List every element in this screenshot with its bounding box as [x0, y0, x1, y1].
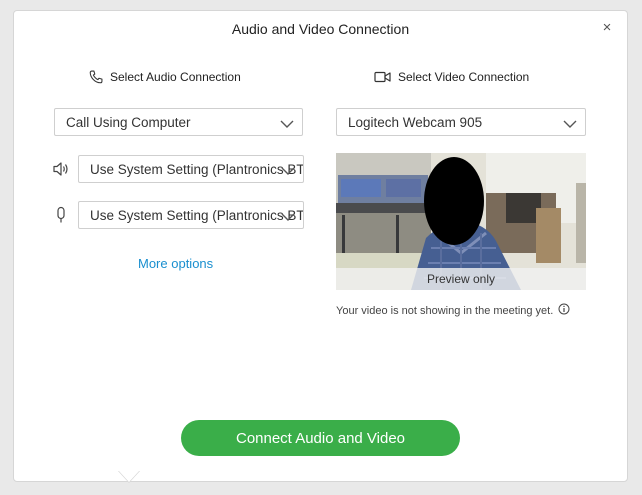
close-icon: × [602, 18, 612, 36]
info-icon[interactable] [558, 303, 570, 318]
microphone-select[interactable]: Use System Setting (Plantronics BT600) [78, 201, 304, 229]
speaker-icon [52, 161, 70, 182]
chevron-down-icon [281, 164, 295, 179]
video-preview: Preview only [336, 153, 586, 290]
camera-select[interactable]: Logitech Webcam 905 [336, 108, 586, 136]
chevron-down-icon [281, 210, 295, 225]
microphone-icon [52, 206, 70, 229]
phone-icon [89, 70, 103, 84]
chevron-down-icon [563, 117, 577, 132]
audio-connection-select[interactable]: Call Using Computer [54, 108, 303, 136]
more-options-link[interactable]: More options [138, 256, 213, 271]
chevron-down-icon [280, 117, 294, 132]
audio-section-header: Select Audio Connection [89, 70, 241, 84]
close-button[interactable]: × [597, 17, 617, 37]
audio-video-dialog: Audio and Video Connection × Select Audi… [13, 10, 628, 482]
speaker-select[interactable]: Use System Setting (Plantronics BT600) [78, 155, 304, 183]
audio-connection-value: Call Using Computer [66, 114, 191, 130]
dialog-title: Audio and Video Connection [231, 21, 410, 37]
camera-value: Logitech Webcam 905 [348, 114, 483, 130]
video-status-note: Your video is not showing in the meeting… [336, 303, 570, 318]
connect-audio-video-button[interactable]: Connect Audio and Video [181, 420, 460, 456]
speaker-value: Use System Setting (Plantronics BT600) [90, 161, 303, 177]
dialog-pointer [118, 470, 140, 482]
video-status-text: Your video is not showing in the meeting… [336, 304, 554, 317]
preview-only-label: Preview only [336, 268, 586, 290]
audio-section-title: Select Audio Connection [110, 70, 241, 84]
microphone-value: Use System Setting (Plantronics BT600) [90, 207, 303, 223]
video-section-title: Select Video Connection [398, 70, 530, 84]
video-camera-icon [374, 71, 391, 83]
video-section-header: Select Video Connection [374, 70, 529, 84]
